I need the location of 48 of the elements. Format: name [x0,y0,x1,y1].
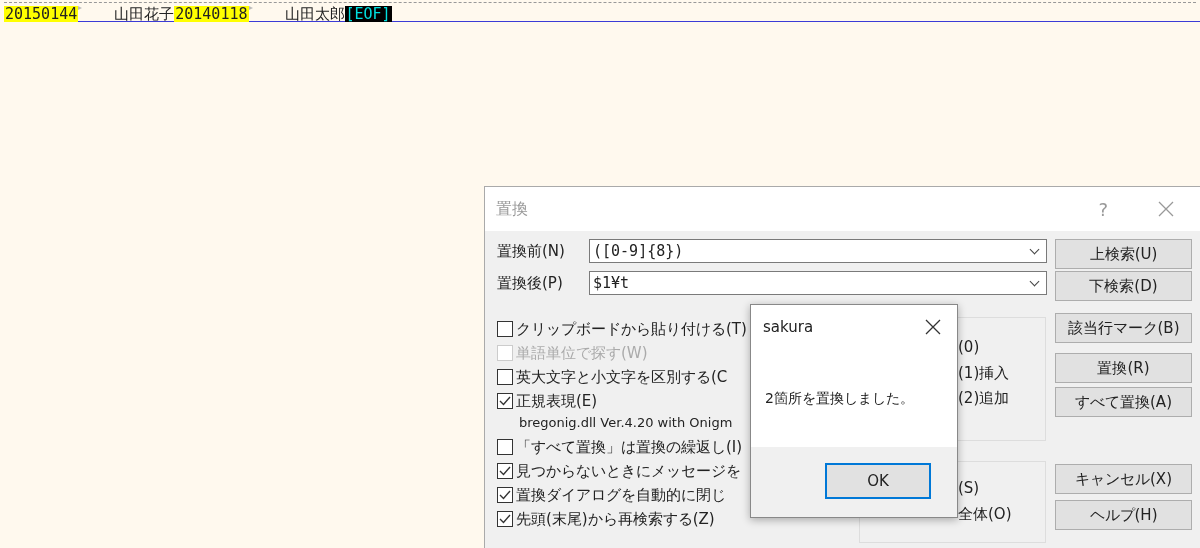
checkbox-label: 正規表現(E) [516,390,598,412]
line-text: 山田太郎 [284,5,345,22]
dialog-button[interactable]: 下検索(D) [1055,271,1192,301]
checkbox-label: 英大文字と小文字を区別する(C [516,366,728,388]
option-text: 全体(O) [958,503,1013,525]
option-text: (0) [958,337,981,358]
checkbox-label: 見つからないときにメッセージを [516,460,741,482]
checkbox-label: 「すべて置換」は置換の繰返し(I) [516,436,743,458]
version-text: bregonig.dll Ver.4.20 with Onigm [518,414,734,432]
dialog-title: 置換 [496,198,528,220]
checkbox-label: 先頭(末尾)から再検索する(Z) [516,508,715,530]
checkbox-label: 単語単位で探す(W) [516,342,648,364]
dialog-button[interactable]: キャンセル(X) [1055,464,1192,494]
checkbox[interactable] [497,463,513,479]
combo-box[interactable]: ([0-9]{8}) [589,239,1047,263]
checkbox[interactable] [497,511,513,527]
checkmark-icon [499,396,511,406]
option-text: (2)追加 [958,388,1011,409]
dialog-button[interactable]: 該当行マーク(B) [1055,313,1192,343]
checkbox[interactable] [497,439,513,455]
highlighted-text: 20140118 [174,5,249,22]
eof-marker: [EOF] [344,5,392,22]
tab-mark-icon [248,5,253,10]
field-label: 置換後(P) [497,272,564,294]
combo-box[interactable]: $1¥t [589,271,1047,295]
checkbox[interactable] [497,321,513,337]
checkbox-label: 置換ダイアログを自動的に閉じ [516,484,726,506]
checkbox[interactable] [497,393,513,409]
checkbox[interactable] [497,369,513,385]
option-text: (S) [958,478,981,499]
checkmark-icon [499,514,511,524]
ok-button[interactable]: OK [825,463,931,499]
close-icon[interactable] [925,319,941,335]
checkbox-label: クリップボードから貼り付ける(T) [516,318,747,340]
checkbox[interactable] [497,487,513,503]
checkmark-icon [499,466,511,476]
dialog-button[interactable]: 上検索(U) [1055,239,1192,269]
checkmark-icon [499,490,511,500]
field-label: 置換前(N) [497,240,566,262]
message-box-title: sakura [763,316,814,338]
dialog-button[interactable]: すべて置換(A) [1055,387,1192,417]
line-text: 山田花子 [114,5,175,22]
tab-mark-icon [78,5,83,10]
dialog-button[interactable]: 置換(R) [1055,353,1192,383]
dialog-button[interactable]: ヘルプ(H) [1055,500,1192,530]
option-text: (1)挿入 [958,362,1011,384]
highlighted-text: 20150144 [4,5,79,22]
message-text: 2箇所を置換しました。 [765,388,914,408]
